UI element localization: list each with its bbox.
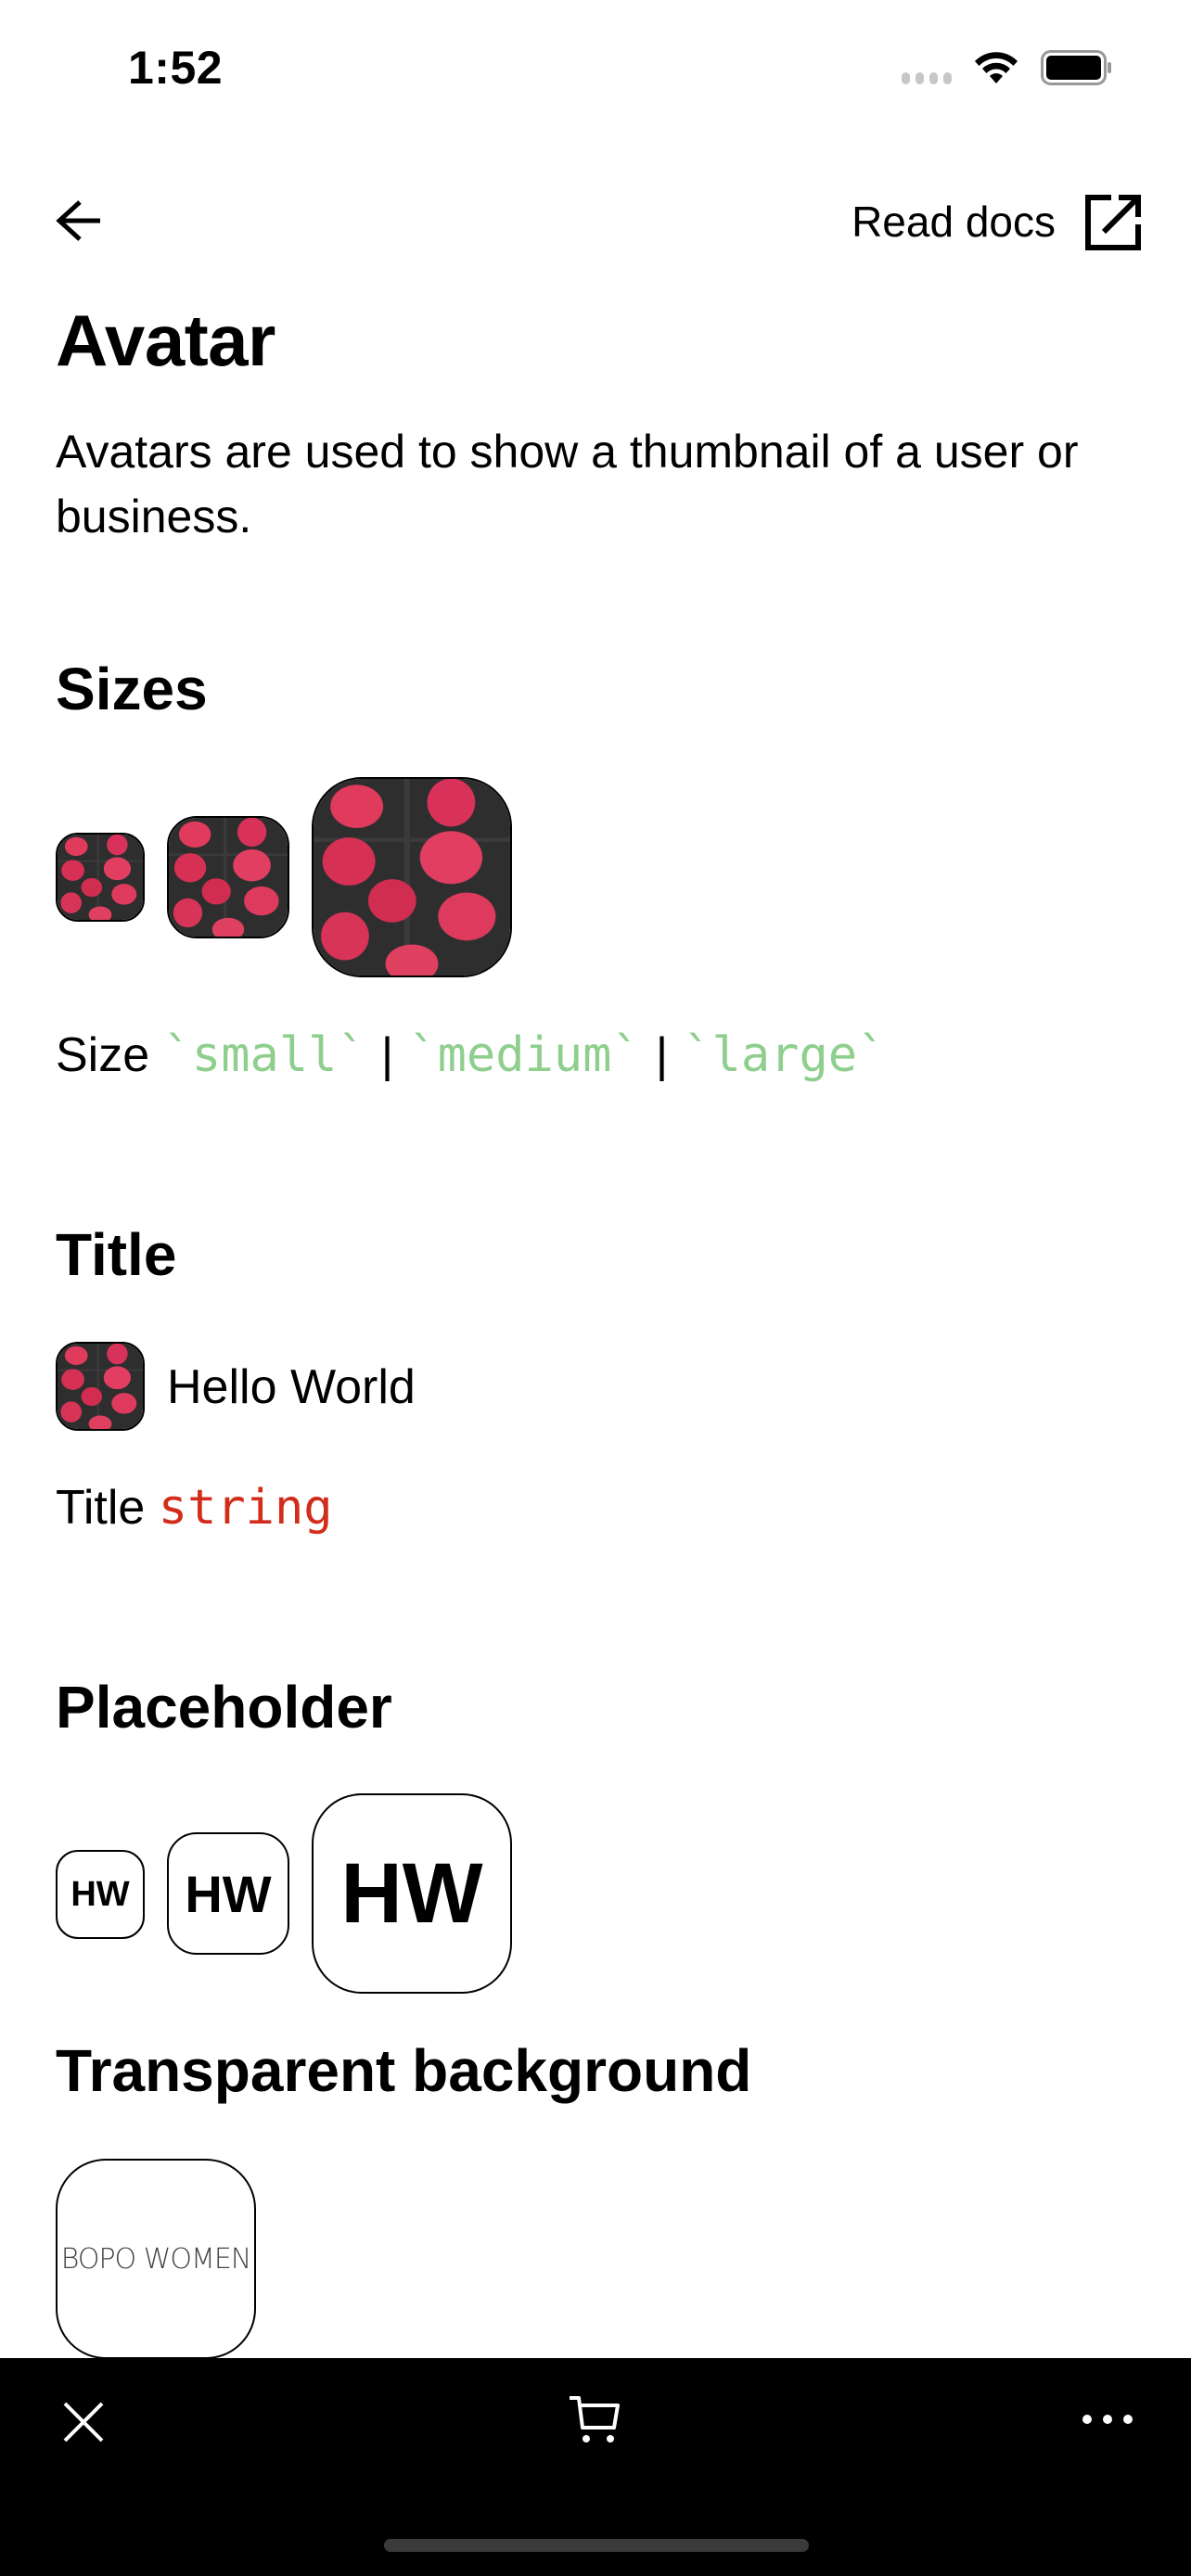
battery-icon xyxy=(1041,50,1111,85)
more-horizontal-icon[interactable] xyxy=(1078,2405,1137,2433)
placeholder-avatar-medium: HW xyxy=(167,1832,289,1955)
page-title: Avatar xyxy=(56,300,275,381)
section-heading-transparent: Transparent background xyxy=(56,2037,752,2104)
placeholder-avatar-large: HW xyxy=(312,1793,512,1994)
avatar-image xyxy=(58,835,143,920)
avatar-image xyxy=(58,1344,143,1429)
close-icon[interactable] xyxy=(58,2396,109,2448)
cart-icon[interactable] xyxy=(566,2391,625,2450)
status-time: 1:52 xyxy=(128,42,224,94)
avatar-large xyxy=(312,777,512,977)
transparent-avatar: BOPO WOMEN xyxy=(56,2159,256,2359)
back-button[interactable] xyxy=(52,195,104,247)
separator: | xyxy=(655,1028,669,1082)
page-description: Avatars are used to show a thumbnail of … xyxy=(56,426,1079,542)
initials: HW xyxy=(70,1874,130,1914)
avatar-with-title xyxy=(56,1342,145,1431)
read-docs-link[interactable]: Read docs xyxy=(852,197,1056,247)
initials: HW xyxy=(185,1864,272,1923)
wifi-icon xyxy=(975,52,1018,83)
section-heading-placeholder: Placeholder xyxy=(56,1674,392,1741)
size-option-large: `large` xyxy=(683,1027,887,1083)
brand-logo: BOPO WOMEN xyxy=(60,2242,252,2276)
home-indicator[interactable] xyxy=(384,2539,809,2552)
prop-label: Title xyxy=(56,1481,146,1535)
avatar-title-text: Hello World xyxy=(167,1360,416,1414)
prop-label: Size xyxy=(56,1028,150,1082)
external-link-icon[interactable] xyxy=(1083,193,1143,252)
section-heading-title: Title xyxy=(56,1221,177,1288)
cellular-signal-icon xyxy=(902,72,952,84)
section-heading-sizes: Sizes xyxy=(56,656,208,722)
avatar-small xyxy=(56,833,145,922)
prop-type: string xyxy=(158,1480,333,1536)
separator: | xyxy=(380,1028,394,1082)
size-prop-line: Size `small` | `medium` | `large` xyxy=(56,1027,886,1083)
title-prop-line: Title string xyxy=(56,1480,333,1536)
avatar-medium xyxy=(167,816,289,938)
avatar-image xyxy=(314,779,510,976)
size-option-medium: `medium` xyxy=(408,1027,641,1083)
placeholder-avatar-small: HW xyxy=(56,1850,145,1939)
avatar-image xyxy=(169,818,288,937)
initials: HW xyxy=(340,1845,483,1941)
size-option-small: `small` xyxy=(162,1027,366,1083)
